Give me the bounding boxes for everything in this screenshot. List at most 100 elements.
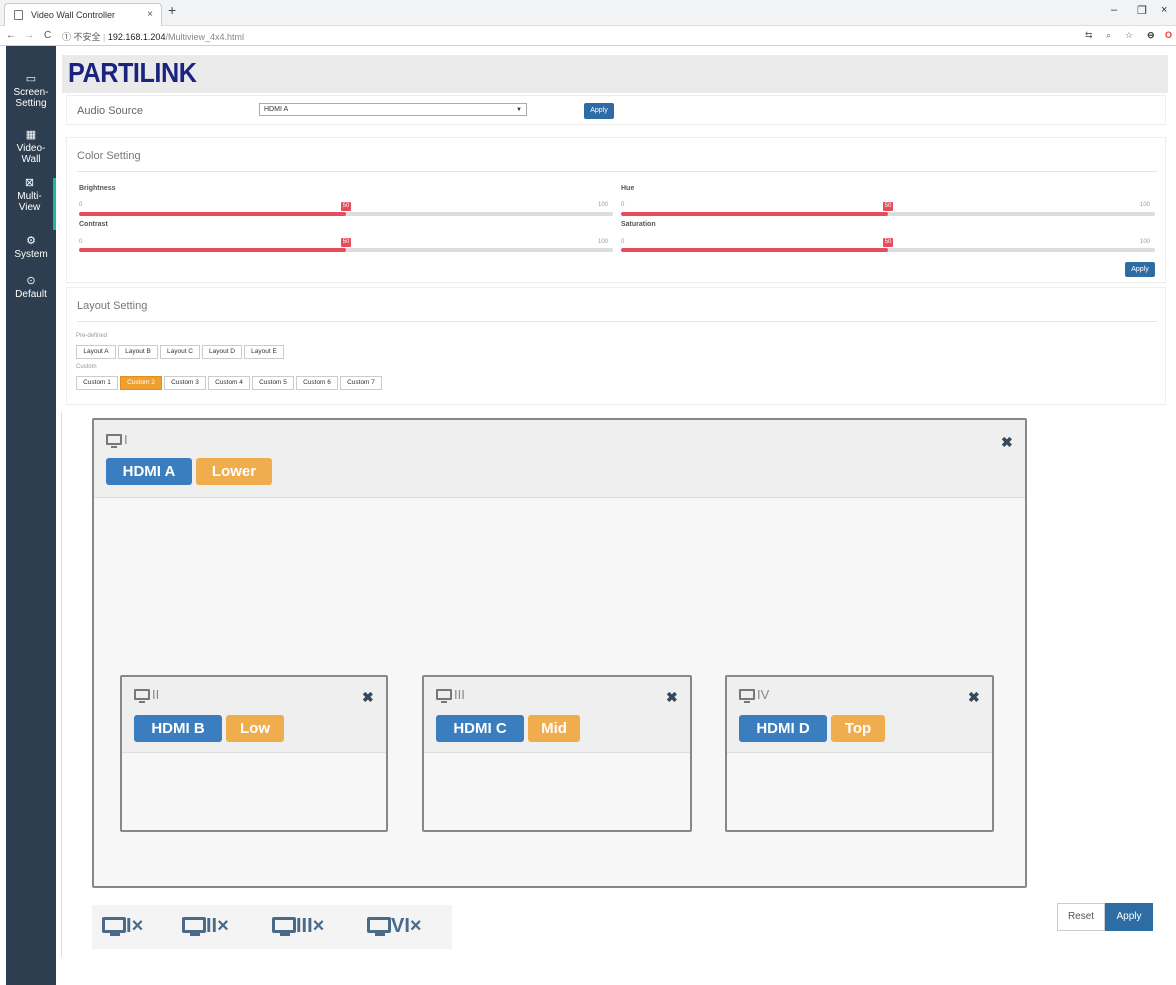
remove-icon[interactable]: × xyxy=(313,915,325,937)
audio-source-select[interactable]: HDMI A ▼ xyxy=(259,103,527,116)
translate-icon[interactable]: ⇆ xyxy=(1085,30,1093,41)
window-header[interactable]: II ✖ HDMI B Low xyxy=(122,677,386,753)
page-icon xyxy=(14,10,23,20)
url-field[interactable]: ① 不安全 | 192.168.1.204/Multiview_4x4.html xyxy=(62,30,244,43)
profile-icon[interactable]: ⊖ xyxy=(1147,30,1155,41)
predefined-label: Pre-defined xyxy=(76,333,108,339)
custom-2-button[interactable]: Custom 2 xyxy=(120,376,162,390)
extension-icon[interactable]: O xyxy=(1165,30,1172,40)
layout-e-button[interactable]: Layout E xyxy=(244,345,284,359)
restore-icon[interactable]: ❐ xyxy=(1137,4,1147,17)
remove-icon[interactable]: × xyxy=(217,915,229,937)
tray-item-ii[interactable]: II× xyxy=(182,915,229,938)
brightness-handle[interactable]: 50 xyxy=(341,202,351,211)
layer-badge[interactable]: Top xyxy=(831,715,885,742)
reset-icon: ⊙ xyxy=(26,275,36,287)
custom-6-button[interactable]: Custom 6 xyxy=(296,376,338,390)
sidebar-item-video-wall[interactable]: ▦ Video- Wall xyxy=(6,130,56,166)
source-badge[interactable]: HDMI B xyxy=(134,715,222,742)
custom-3-button[interactable]: Custom 3 xyxy=(164,376,206,390)
chevron-down-icon: ▼ xyxy=(516,107,522,113)
close-icon[interactable]: ✖ xyxy=(1001,434,1013,451)
tray-item-iii[interactable]: III× xyxy=(272,915,324,938)
bookmark-star-icon[interactable]: ☆ xyxy=(1125,30,1133,41)
monitor-icon xyxy=(367,917,391,936)
brightness-min: 0 xyxy=(79,202,83,208)
sidebar-label: System xyxy=(14,249,48,260)
custom-5-button[interactable]: Custom 5 xyxy=(252,376,294,390)
minimize-icon[interactable]: – xyxy=(1111,4,1117,16)
forward-icon[interactable]: → xyxy=(24,30,34,41)
reload-icon[interactable]: C xyxy=(44,30,51,41)
brightness-label: Brightness xyxy=(79,185,116,192)
contrast-handle[interactable]: 50 xyxy=(341,238,351,247)
sidebar: ▭ Screen- Setting ▦ Video- Wall ⊠ Multi-… xyxy=(6,46,56,985)
monitor-icon xyxy=(134,689,150,703)
monitor-icon xyxy=(436,689,452,703)
divider xyxy=(77,321,1157,322)
tray-item-i[interactable]: I× xyxy=(102,915,143,938)
back-icon[interactable]: ← xyxy=(6,30,16,41)
window-tray: I× II× III× VI× xyxy=(92,905,452,949)
remove-icon[interactable]: × xyxy=(132,915,144,937)
hue-handle[interactable]: 50 xyxy=(883,202,893,211)
window-close-icon[interactable]: × xyxy=(1161,4,1167,16)
layout-b-button[interactable]: Layout B xyxy=(118,345,158,359)
url-host: 192.168.1.204 xyxy=(107,32,166,42)
monitor-icon xyxy=(182,917,206,936)
saturation-handle[interactable]: 50 xyxy=(883,238,893,247)
hue-slider[interactable] xyxy=(621,212,1155,216)
remove-icon[interactable]: × xyxy=(410,915,422,937)
tray-item-vi[interactable]: VI× xyxy=(367,915,422,938)
audio-apply-button[interactable]: Apply xyxy=(584,103,614,119)
close-icon[interactable]: ✖ xyxy=(666,689,678,706)
layer-badge[interactable]: Low xyxy=(226,715,284,742)
reset-button[interactable]: Reset xyxy=(1057,903,1105,931)
browser-tab[interactable]: Video Wall Controller × xyxy=(4,3,162,26)
window-name: II xyxy=(134,687,159,703)
contrast-slider[interactable] xyxy=(79,248,613,252)
color-setting-title: Color Setting xyxy=(77,150,141,162)
sidebar-label: Wall xyxy=(21,154,41,165)
tab-close-icon[interactable]: × xyxy=(147,4,153,26)
color-apply-button[interactable]: Apply xyxy=(1125,262,1155,277)
contrast-min: 0 xyxy=(79,239,83,245)
saturation-min: 0 xyxy=(621,239,625,245)
close-icon[interactable]: ✖ xyxy=(362,689,374,706)
source-badge[interactable]: HDMI D xyxy=(739,715,827,742)
layer-badge[interactable]: Mid xyxy=(528,715,580,742)
layout-d-button[interactable]: Layout D xyxy=(202,345,242,359)
url-path: /Multiview_4x4.html xyxy=(165,32,244,42)
saturation-slider[interactable] xyxy=(621,248,1155,252)
tab-title: Video Wall Controller xyxy=(31,10,116,20)
sidebar-item-screen-setting[interactable]: ▭ Screen- Setting xyxy=(6,74,56,110)
source-badge[interactable]: HDMI A xyxy=(106,458,192,485)
sidebar-label: Default xyxy=(15,289,47,300)
layout-a-button[interactable]: Layout A xyxy=(76,345,116,359)
security-indicator[interactable]: ① 不安全 xyxy=(62,32,101,42)
window-ii[interactable]: II ✖ HDMI B Low xyxy=(120,675,388,832)
sidebar-item-system[interactable]: ⚙ System xyxy=(6,236,56,261)
apply-button[interactable]: Apply xyxy=(1105,903,1153,931)
window-iii[interactable]: III ✖ HDMI C Mid xyxy=(422,675,692,832)
source-badge[interactable]: HDMI C xyxy=(436,715,524,742)
brightness-slider[interactable] xyxy=(79,212,613,216)
sidebar-item-default[interactable]: ⊙ Default xyxy=(6,275,56,301)
new-tab-icon[interactable]: + xyxy=(168,2,176,18)
custom-7-button[interactable]: Custom 7 xyxy=(340,376,382,390)
header: PARTILINK xyxy=(62,55,1168,93)
window-header[interactable]: I ✖ HDMI A Lower xyxy=(94,420,1025,498)
brightness-max: 100 xyxy=(598,202,609,208)
close-icon[interactable]: ✖ xyxy=(968,689,980,706)
layer-badge[interactable]: Lower xyxy=(196,458,272,485)
layout-setting-title: Layout Setting xyxy=(77,300,148,312)
custom-4-button[interactable]: Custom 4 xyxy=(208,376,250,390)
sidebar-item-multi-view[interactable]: ⊠ Multi- View xyxy=(6,178,56,230)
window-header[interactable]: III ✖ HDMI C Mid xyxy=(424,677,690,753)
window-iv[interactable]: IV ✖ HDMI D Top xyxy=(725,675,994,832)
contrast-max: 100 xyxy=(598,239,609,245)
layout-c-button[interactable]: Layout C xyxy=(160,345,200,359)
custom-1-button[interactable]: Custom 1 xyxy=(76,376,118,390)
zoom-icon[interactable]: ⌕ xyxy=(1106,30,1111,41)
window-header[interactable]: IV ✖ HDMI D Top xyxy=(727,677,992,753)
